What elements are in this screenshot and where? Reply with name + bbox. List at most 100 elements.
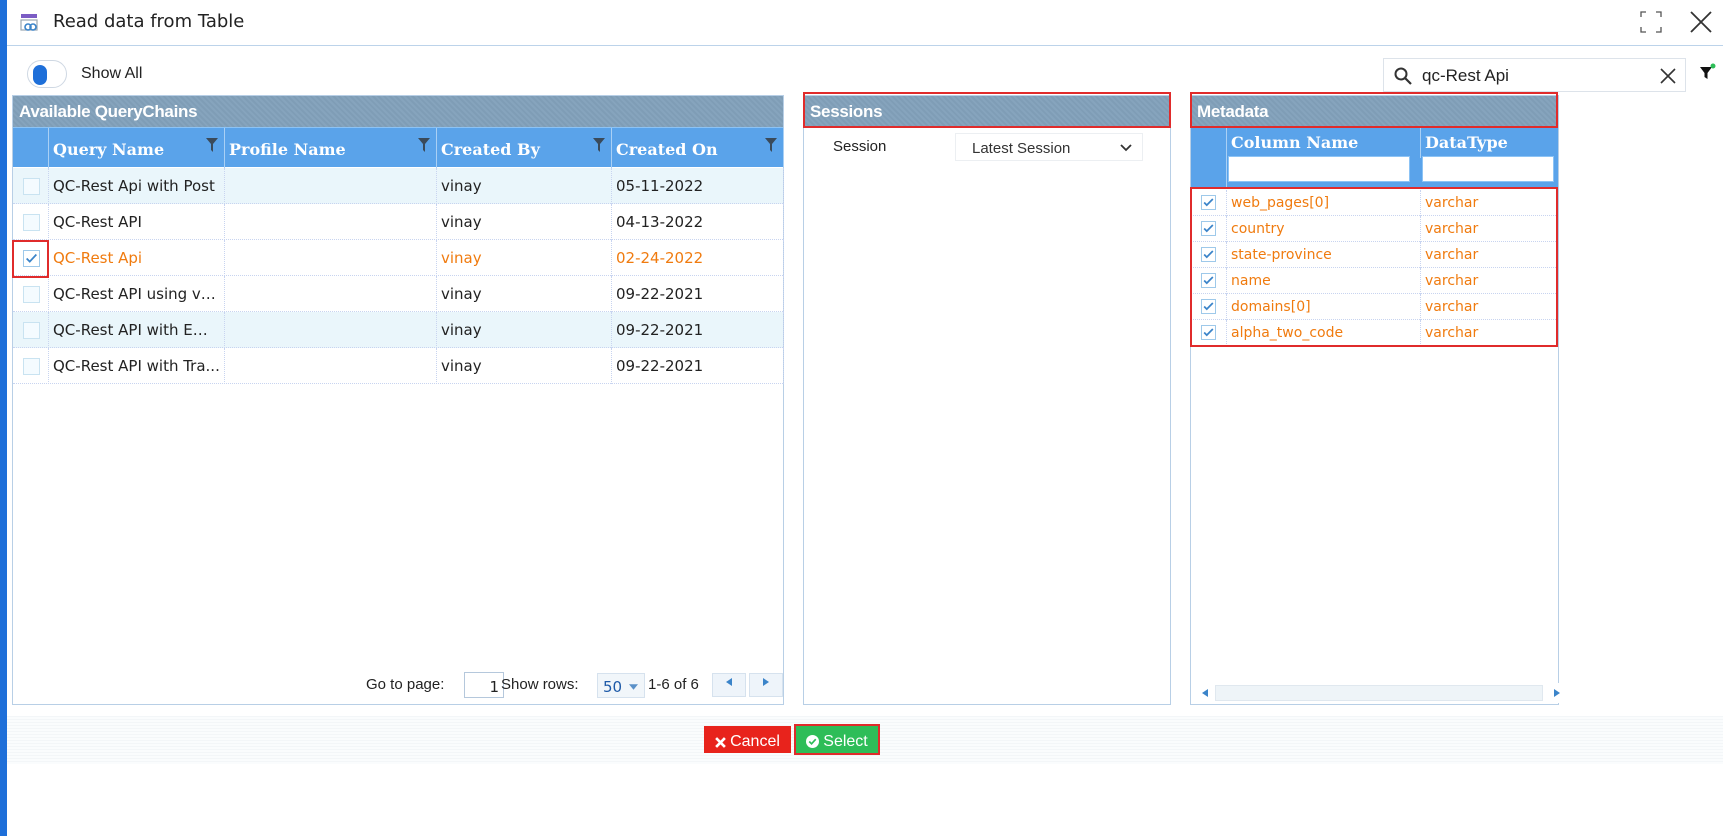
- checkmark-icon: [1203, 198, 1214, 207]
- datatype-cell: varchar: [1425, 195, 1479, 211]
- horizontal-scrollbar[interactable]: [1197, 683, 1565, 703]
- row-checkbox-cell[interactable]: [13, 168, 49, 204]
- column-header-column-name[interactable]: Column Name: [1227, 128, 1421, 158]
- chevron-left-icon: [726, 678, 732, 686]
- column-name-cell: web_pages[0]: [1227, 190, 1421, 216]
- row-checkbox[interactable]: [23, 214, 40, 231]
- metadata-row[interactable]: web_pages[0] varchar: [1191, 190, 1558, 216]
- row-checkbox-cell[interactable]: [13, 312, 49, 348]
- created-on-cell: 09-22-2021: [612, 312, 784, 348]
- metadata-title: Metadata: [1191, 96, 1558, 128]
- metadata-row[interactable]: domains[0] varchar: [1191, 294, 1558, 320]
- metadata-checkbox-cell[interactable]: [1191, 320, 1227, 346]
- page-number-input[interactable]: 1: [464, 672, 504, 698]
- profile-name-cell: [225, 240, 437, 276]
- select-button[interactable]: Select: [794, 724, 880, 755]
- datatype-filter-input[interactable]: [1422, 156, 1554, 182]
- checkmark-icon: [1203, 224, 1214, 233]
- column-header-created-on[interactable]: Created On: [612, 128, 784, 168]
- check-circle-icon: [806, 735, 820, 748]
- clear-search-icon[interactable]: [1659, 67, 1677, 85]
- table-row-selected[interactable]: QC-Rest Api vinay 02-24-2022: [13, 240, 784, 276]
- metadata-row[interactable]: alpha_two_code varchar: [1191, 320, 1558, 346]
- funnel-icon[interactable]: [765, 138, 777, 152]
- row-checkbox[interactable]: [23, 178, 40, 195]
- query-name-cell: QC-Rest Api with Post: [49, 168, 225, 204]
- row-checkbox[interactable]: [23, 358, 40, 375]
- metadata-checkbox-checked[interactable]: [1201, 221, 1216, 236]
- metadata-checkbox-cell[interactable]: [1191, 294, 1227, 320]
- toggle-knob: [33, 65, 47, 85]
- row-checkbox-cell[interactable]: [13, 240, 49, 276]
- next-page-button[interactable]: [749, 673, 783, 697]
- checkmark-icon: [1203, 250, 1214, 259]
- show-rows-label: Show rows:: [501, 676, 579, 693]
- querychains-panel: Available QueryChains Query Name Profile…: [12, 95, 784, 705]
- funnel-icon[interactable]: [206, 138, 218, 152]
- created-by-cell: vinay: [437, 204, 612, 240]
- table-row[interactable]: QC-Rest API with Email vinay 09-22-2021: [13, 312, 784, 348]
- metadata-checkbox-checked[interactable]: [1201, 299, 1216, 314]
- cancel-button[interactable]: Cancel: [704, 726, 791, 753]
- metadata-checkbox-checked[interactable]: [1201, 195, 1216, 210]
- select-column-header: [13, 128, 49, 168]
- row-checkbox-cell[interactable]: [13, 204, 49, 240]
- table-row[interactable]: QC-Rest API vinay 04-13-2022: [13, 204, 784, 240]
- funnel-icon[interactable]: [418, 138, 430, 152]
- row-checkbox[interactable]: [23, 286, 40, 303]
- maximize-icon[interactable]: [1639, 10, 1663, 34]
- scroll-left-icon[interactable]: [1202, 689, 1208, 697]
- query-name-cell: QC-Rest Api: [49, 240, 225, 276]
- checkmark-icon: [1203, 328, 1214, 337]
- scroll-right-icon[interactable]: [1554, 689, 1560, 697]
- previous-page-button[interactable]: [712, 673, 746, 697]
- metadata-checkbox-checked[interactable]: [1201, 247, 1216, 262]
- metadata-checkbox-cell[interactable]: [1191, 268, 1227, 294]
- metadata-checkbox-checked[interactable]: [1201, 325, 1216, 340]
- profile-name-cell: [225, 168, 437, 204]
- metadata-checkbox-cell[interactable]: [1191, 216, 1227, 242]
- search-box[interactable]: qc-Rest Api: [1383, 58, 1686, 92]
- profile-name-cell: [225, 204, 437, 240]
- created-on-cell: 05-11-2022: [612, 168, 784, 204]
- metadata-checkbox-cell[interactable]: [1191, 190, 1227, 216]
- metadata-row[interactable]: country varchar: [1191, 216, 1558, 242]
- metadata-row[interactable]: state-province varchar: [1191, 242, 1558, 268]
- search-input[interactable]: qc-Rest Api: [1422, 66, 1509, 86]
- row-checkbox-cell[interactable]: [13, 276, 49, 312]
- row-checkbox-cell[interactable]: [13, 348, 49, 384]
- table-row[interactable]: QC-Rest API with Tra... vinay 09-22-2021: [13, 348, 784, 384]
- column-name-filter-input[interactable]: [1228, 156, 1410, 182]
- table-row[interactable]: QC-Rest API using var... vinay 09-22-202…: [13, 276, 784, 312]
- column-header-profile-name[interactable]: Profile Name: [225, 128, 437, 168]
- created-by-cell: vinay: [437, 276, 612, 312]
- datatype-cell: varchar: [1425, 325, 1479, 341]
- datatype-cell: varchar: [1425, 221, 1479, 237]
- session-select[interactable]: Latest Session: [955, 133, 1143, 161]
- table-row[interactable]: QC-Rest Api with Post vinay 05-11-2022: [13, 168, 784, 204]
- show-all-label: Show All: [81, 65, 143, 82]
- column-header-datatype[interactable]: DataType: [1421, 128, 1559, 158]
- query-name-cell: QC-Rest API: [49, 204, 225, 240]
- rows-per-page-value: 50: [603, 678, 623, 696]
- column-header-created-by[interactable]: Created By: [437, 128, 612, 168]
- close-icon[interactable]: [1687, 8, 1715, 36]
- row-checkbox[interactable]: [23, 322, 40, 339]
- created-by-cell: vinay: [437, 240, 612, 276]
- column-header-query-name[interactable]: Query Name: [49, 128, 225, 168]
- funnel-icon[interactable]: [593, 138, 605, 152]
- metadata-checkbox-cell[interactable]: [1191, 242, 1227, 268]
- row-checkbox-checked[interactable]: [23, 250, 40, 267]
- scrollbar-track[interactable]: [1215, 685, 1543, 701]
- metadata-checkbox-checked[interactable]: [1201, 273, 1216, 288]
- created-by-cell: vinay: [437, 348, 612, 384]
- show-all-toggle[interactable]: [27, 60, 67, 88]
- go-to-page-label: Go to page:: [366, 676, 445, 693]
- metadata-row[interactable]: name varchar: [1191, 268, 1558, 294]
- created-on-cell: 09-22-2021: [612, 348, 784, 384]
- session-label: Session: [833, 138, 887, 155]
- rows-per-page-select[interactable]: 50: [597, 673, 645, 698]
- filter-icon[interactable]: [1699, 63, 1717, 83]
- checkmark-icon: [1203, 302, 1214, 311]
- column-name-cell: state-province: [1227, 242, 1421, 268]
